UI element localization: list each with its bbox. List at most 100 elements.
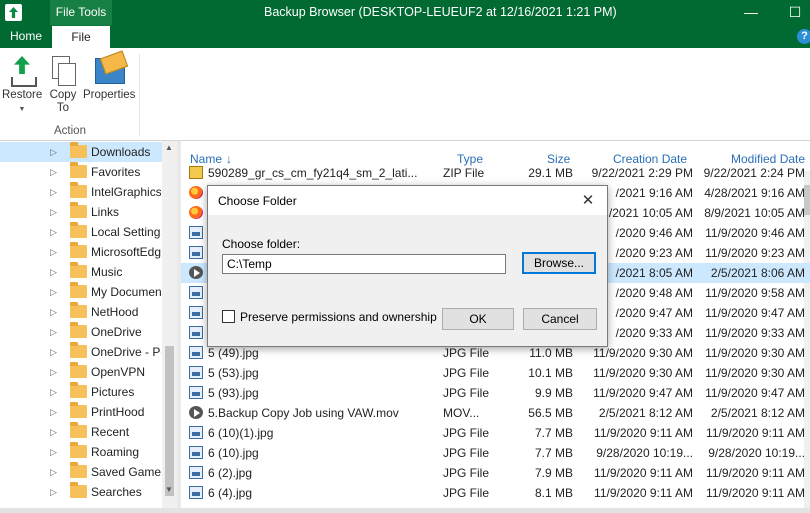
zip-file-icon [189, 166, 203, 179]
tree-item[interactable]: ▷ Links [0, 202, 162, 222]
tree-item[interactable]: ▷ Roaming [0, 442, 162, 462]
tree-item[interactable]: ▷ Recent [0, 422, 162, 442]
image-file-icon [189, 446, 203, 459]
restore-label: Restore [2, 89, 43, 101]
restore-dropdown-icon[interactable]: ▼ [2, 103, 42, 116]
tree-item[interactable]: ▷ Downloads [0, 142, 162, 162]
table-row[interactable]: 5.Backup Copy Job using VAW.mov MOV... 56.… [181, 403, 810, 423]
folder-icon [70, 462, 87, 478]
expand-chevron-icon[interactable]: ▷ [50, 367, 57, 377]
dialog-close-icon[interactable]: ✕ [574, 190, 602, 212]
expand-chevron-icon[interactable]: ▷ [50, 327, 57, 337]
action-group-label: Action [54, 125, 86, 137]
table-row[interactable]: 6 (4).jpg JPG File 8.1 MB 11/9/2020 9:11 AM… [181, 483, 810, 503]
file-name: 5 (49).jpg [208, 346, 259, 360]
table-row[interactable]: 590289_gr_cs_cm_fy21q4_sm_2_lati... ZIP F… [181, 163, 810, 183]
tree-item[interactable]: ▷ OpenVPN [0, 362, 162, 382]
tree-item-label: Recent [91, 425, 130, 439]
table-row[interactable]: 6 (10).jpg JPG File 7.7 MB 9/28/2020 10:19.… [181, 443, 810, 463]
ribbon-panel: Restore ▼ Copy To Properties Action [0, 48, 810, 141]
expand-chevron-icon[interactable]: ▷ [50, 307, 57, 317]
ribbon-group-divider [139, 54, 140, 136]
expand-chevron-icon[interactable]: ▷ [50, 387, 57, 397]
expand-chevron-icon[interactable]: ▷ [50, 267, 57, 277]
table-row[interactable]: 6 (2).jpg JPG File 7.9 MB 11/9/2020 9:11 AM… [181, 463, 810, 483]
tree-item[interactable]: ▷ NetHood [0, 302, 162, 322]
choose-folder-label: Choose folder: [222, 237, 301, 251]
restore-button[interactable]: Restore ▼ [2, 54, 42, 116]
tree-item-label: Favorites [91, 165, 141, 179]
preserve-permissions-checkbox[interactable] [222, 310, 235, 323]
expand-chevron-icon[interactable]: ▷ [50, 347, 57, 357]
browse-button[interactable]: Browse... [522, 252, 596, 274]
tree-item-label: OpenVPN [91, 365, 146, 379]
tree-item[interactable]: ▷ Local Settings [0, 222, 162, 242]
folder-path-input[interactable] [222, 254, 506, 274]
tree-item[interactable]: ▷ My Documents [0, 282, 162, 302]
expand-chevron-icon[interactable]: ▷ [50, 187, 57, 197]
ok-button[interactable]: OK [442, 308, 514, 330]
file-size: 10.1 MB [528, 366, 573, 380]
folder-icon [70, 362, 87, 378]
preserve-permissions-label[interactable]: Preserve permissions and ownership [240, 310, 437, 324]
expand-chevron-icon[interactable]: ▷ [50, 427, 57, 437]
table-row[interactable]: 5 (93).jpg JPG File 9.9 MB 11/9/2020 9:47 A… [181, 383, 810, 403]
creation-date: 11/9/2020 9:11 AM [594, 466, 693, 480]
tree-item[interactable]: ▷ IntelGraphics [0, 182, 162, 202]
expand-chevron-icon[interactable]: ▷ [50, 247, 57, 257]
tree-item[interactable]: ▷ PrintHood [0, 402, 162, 422]
tree-item[interactable]: ▷ OneDrive [0, 322, 162, 342]
table-row[interactable]: 6 (10)(1).jpg JPG File 7.7 MB 11/9/2020 9:1… [181, 423, 810, 443]
folder-icon [70, 422, 87, 438]
scroll-up-icon[interactable]: ▲ [165, 143, 173, 152]
properties-icon [93, 54, 125, 86]
table-row[interactable]: 5 (53).jpg JPG File 10.1 MB 11/9/2020 9:30 … [181, 363, 810, 383]
tree-item[interactable]: ▷ OneDrive - Pe [0, 342, 162, 362]
modified-date: 11/9/2020 9:11 AM [706, 486, 805, 500]
tree-scroll-thumb[interactable] [165, 346, 174, 496]
file-name: 6 (4).jpg [208, 486, 253, 500]
minimize-button[interactable]: — [732, 0, 770, 25]
folder-icon [70, 282, 87, 298]
file-name: 5 (53).jpg [208, 366, 259, 380]
cancel-button[interactable]: Cancel [523, 308, 597, 330]
file-size: 7.9 MB [534, 466, 573, 480]
expand-chevron-icon[interactable]: ▷ [50, 467, 57, 477]
tree-vertical-scrollbar[interactable]: ▲ ▼ [162, 141, 177, 508]
firefox-icon [189, 206, 203, 219]
tree-item[interactable]: ▷ Saved Games [0, 462, 162, 482]
expand-chevron-icon[interactable]: ▷ [50, 487, 57, 497]
properties-button[interactable]: Properties [83, 54, 135, 102]
tree-item[interactable]: ▷ Music [0, 262, 162, 282]
tab-home[interactable]: Home [0, 25, 52, 48]
expand-chevron-icon[interactable]: ▷ [50, 167, 57, 177]
tab-file[interactable]: File [52, 25, 110, 48]
maximize-button[interactable]: ☐ [776, 0, 810, 25]
app-icon [5, 4, 22, 21]
expand-chevron-icon[interactable]: ▷ [50, 147, 57, 157]
tree-item-label: OneDrive [91, 325, 142, 339]
tree-item[interactable]: ▷ MicrosoftEdge [0, 242, 162, 262]
modified-date: 11/9/2020 9:30 AM [705, 366, 805, 380]
tree-item[interactable]: ▷ Favorites [0, 162, 162, 182]
help-icon[interactable]: ? [797, 29, 810, 44]
expand-chevron-icon[interactable]: ▷ [50, 407, 57, 417]
expand-chevron-icon[interactable]: ▷ [50, 287, 57, 297]
file-type: JPG File [443, 386, 490, 400]
expand-chevron-icon[interactable]: ▷ [50, 447, 57, 457]
creation-date: 9/22/2021 2:29 PM [591, 166, 693, 180]
scroll-down-icon[interactable]: ▼ [165, 485, 173, 494]
tree-item[interactable]: ▷ Searches [0, 482, 162, 502]
tree-item-label: Music [91, 265, 123, 279]
horizontal-scrollbar[interactable] [0, 508, 810, 513]
tree-item-label: Local Settings [91, 225, 161, 239]
copy-to-button[interactable]: Copy To [46, 54, 80, 115]
modified-date: 11/9/2020 9:58 AM [705, 286, 805, 300]
image-file-icon [189, 486, 203, 499]
file-type: JPG File [443, 446, 490, 460]
modified-date: 11/9/2020 9:11 AM [706, 426, 805, 440]
tree-item[interactable]: ▷ Pictures [0, 382, 162, 402]
expand-chevron-icon[interactable]: ▷ [50, 227, 57, 237]
folder-icon [70, 442, 87, 458]
expand-chevron-icon[interactable]: ▷ [50, 207, 57, 217]
